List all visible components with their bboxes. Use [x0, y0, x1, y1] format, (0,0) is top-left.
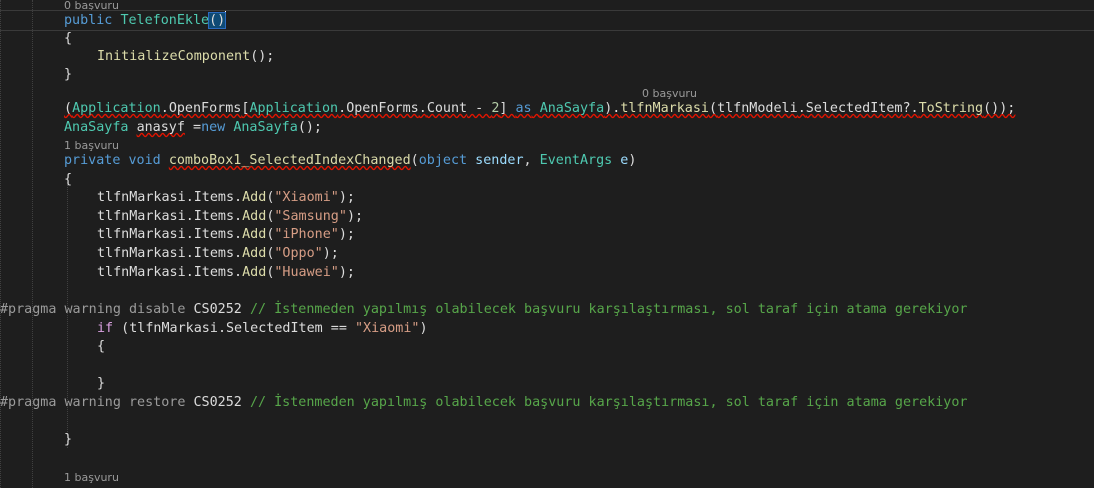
code-line[interactable]: #pragma warning restore CS0252 // İstenm…: [0, 394, 1094, 412]
field-name: anasyf: [136, 120, 185, 135]
parameter: sender: [475, 153, 524, 168]
indent-guide: [0, 0, 1, 488]
string-literal: "Xiaomi": [355, 321, 420, 336]
code-line[interactable]: (Application.OpenForms[Application.OpenF…: [64, 100, 1094, 118]
keyword: if: [97, 321, 114, 336]
keyword: public: [64, 13, 113, 28]
codelens-references[interactable]: 1 başvuru: [64, 472, 119, 484]
code-comment: // İstenmeden yapılmış olabilecek başvur…: [249, 395, 968, 410]
warning-code: CS0252: [193, 302, 242, 317]
brace: }: [64, 67, 73, 82]
code-line[interactable]: private void comboBox1_SelectedIndexChan…: [64, 152, 1094, 170]
type-name: AnaSayfa: [233, 120, 298, 135]
keyword: private: [64, 153, 121, 168]
preprocessor-directive: #pragma: [0, 302, 57, 317]
code-line[interactable]: tlfnMarkasi.Items.Add("Samsung");: [97, 208, 1094, 226]
text-caret: [225, 11, 227, 27]
brace: }: [97, 376, 106, 391]
method-name: comboBox1_SelectedIndexChanged: [168, 153, 411, 168]
code-line[interactable]: tlfnMarkasi.Items.Add("Xiaomi");: [97, 189, 1094, 207]
code-line[interactable]: public TelefonEkle(): [64, 11, 1094, 29]
code-editor[interactable]: 0 başvuru public TelefonEkle() { Initial…: [0, 0, 1094, 488]
brace: {: [64, 172, 73, 187]
preprocessor-directive: #pragma: [0, 395, 57, 410]
brace: {: [64, 31, 73, 46]
code-line[interactable]: {: [97, 338, 1094, 356]
indent-guide: [32, 0, 33, 488]
matched-parens: (): [208, 12, 227, 29]
string-literal: "Oppo": [274, 246, 323, 261]
type-name: EventArgs: [539, 153, 613, 168]
brace: {: [97, 339, 106, 354]
code-line[interactable]: }: [64, 66, 1094, 84]
code-line[interactable]: }: [64, 431, 1094, 449]
code-line[interactable]: {: [64, 30, 1094, 48]
code-line[interactable]: InitializeComponent();: [97, 48, 1094, 66]
string-literal: "Samsung": [274, 209, 347, 224]
type-name: AnaSayfa: [64, 120, 129, 135]
keyword: object: [418, 153, 468, 168]
code-comment: // İstenmeden yapılmış olabilecek başvur…: [249, 302, 968, 317]
operator: =: [184, 120, 202, 135]
code-line[interactable]: if (tlfnMarkasi.SelectedItem == "Xiaomi"…: [97, 320, 1094, 338]
brace: }: [64, 432, 73, 447]
punctuation: ();: [250, 49, 275, 64]
string-literal: "Xiaomi": [274, 190, 339, 205]
keyword: new: [201, 120, 226, 135]
code-line[interactable]: tlfnMarkasi.Items.Add("iPhone");: [97, 226, 1094, 244]
string-literal: "iPhone": [274, 227, 339, 242]
string-literal: "Huawei": [274, 265, 339, 280]
error-expression: (Application.OpenForms[Application.OpenF…: [64, 101, 1016, 116]
method-call: InitializeComponent: [97, 49, 251, 64]
keyword: void: [128, 153, 161, 168]
code-line[interactable]: AnaSayfa anasyf =new AnaSayfa();: [64, 119, 1094, 137]
code-line[interactable]: #pragma warning disable CS0252 // İstenm…: [0, 301, 1094, 319]
code-line[interactable]: }: [97, 375, 1094, 393]
warning-code: CS0252: [193, 395, 242, 410]
codelens-references[interactable]: 1 başvuru: [64, 140, 119, 152]
constructor-name: TelefonEkle: [120, 13, 210, 28]
code-line[interactable]: tlfnMarkasi.Items.Add("Oppo");: [97, 245, 1094, 263]
code-line[interactable]: tlfnMarkasi.Items.Add("Huawei");: [97, 264, 1094, 282]
code-line[interactable]: {: [64, 171, 1094, 189]
codelens-references[interactable]: 0 başvuru: [642, 88, 697, 100]
